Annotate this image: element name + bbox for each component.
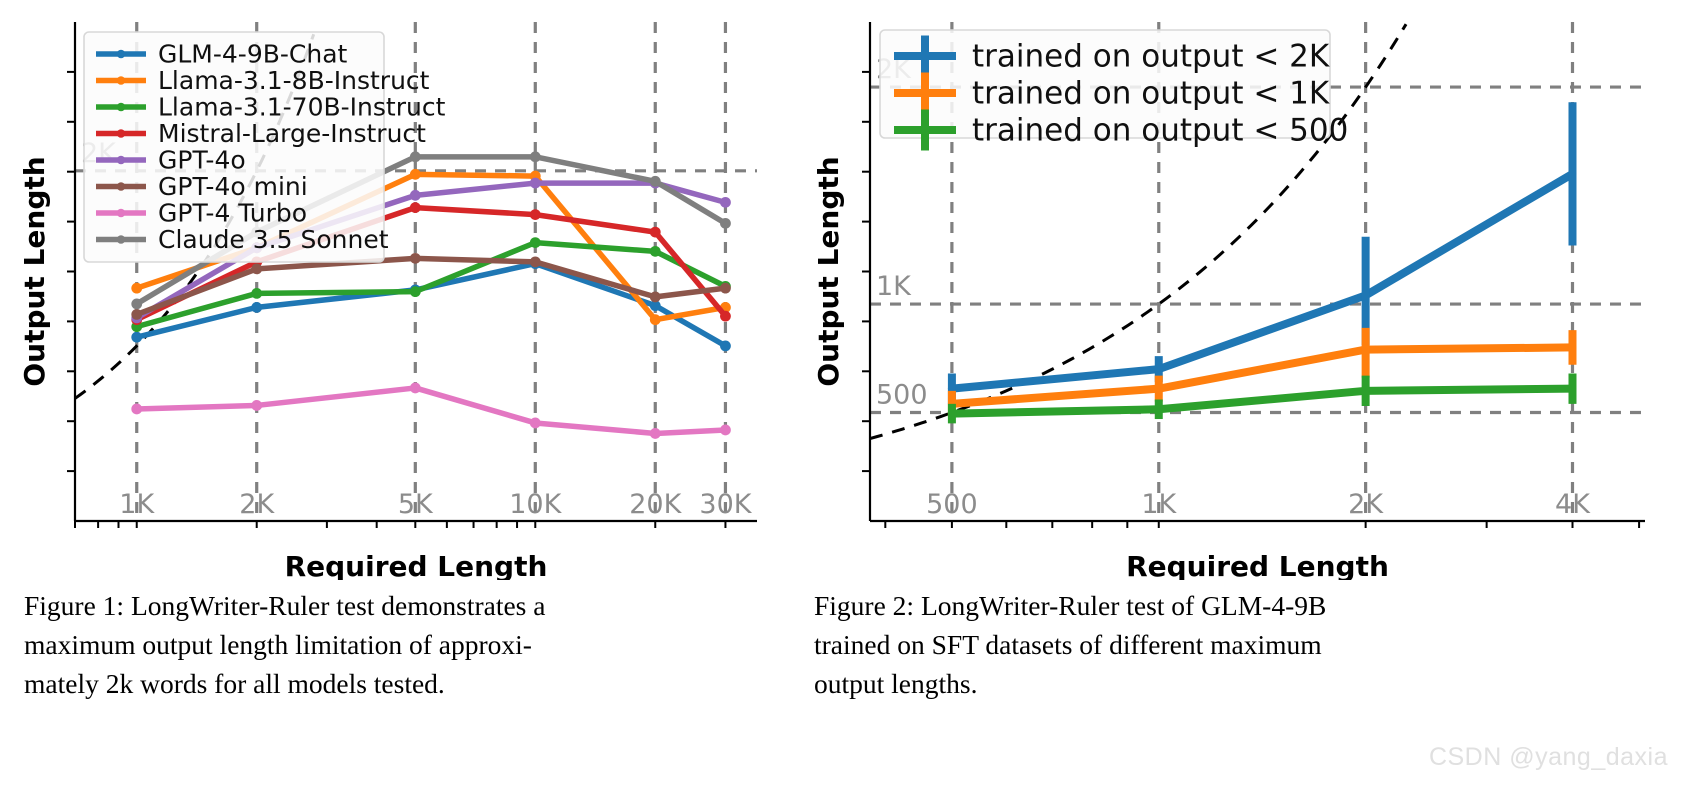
caption-line: Figure 2: LongWriter-Ruler test of GLM-4… bbox=[814, 590, 1327, 621]
data-point-6-3 bbox=[529, 417, 541, 429]
data-point-6-5 bbox=[720, 424, 731, 436]
data-point-6-1 bbox=[251, 400, 263, 411]
x-tick-label: 2K bbox=[1348, 489, 1384, 520]
legend-marker-2 bbox=[116, 102, 126, 112]
y-axis-title: Output Length bbox=[18, 156, 51, 386]
data-point-4-2 bbox=[409, 189, 421, 201]
legend-label-5: GPT-4o mini bbox=[158, 172, 308, 201]
chart-2-plot: 5001K2K4K5001K2KRequired LengthOutput Le… bbox=[800, 0, 1684, 580]
legend-marker-4 bbox=[116, 155, 126, 165]
data-point-5-1 bbox=[251, 263, 263, 275]
series-line-0 bbox=[947, 169, 1577, 393]
data-point-4-5 bbox=[720, 196, 731, 208]
legend-marker-3 bbox=[116, 129, 126, 138]
data-point-2-4 bbox=[649, 245, 661, 257]
legend-label-4: GPT-4o bbox=[158, 146, 246, 175]
data-point-5-3 bbox=[529, 256, 541, 268]
legend-label-1: trained on output < 1K bbox=[972, 76, 1330, 112]
figure-page: 1K 2K 5K 10K 20K 30K 2K Required Length Output L… bbox=[0, 0, 1684, 786]
data-point-1-0 bbox=[131, 282, 143, 294]
data-point-3-2 bbox=[409, 202, 421, 213]
chart-1-plot: 1K2K5K10K20K30K2KRequired LengthOutput L… bbox=[0, 0, 800, 580]
data-point-3-3 bbox=[529, 209, 541, 220]
series-line-1 bbox=[947, 343, 1577, 408]
data-point-5-0 bbox=[131, 308, 143, 320]
caption-line: maximum output length limitation of appr… bbox=[24, 629, 532, 661]
legend-marker-5 bbox=[116, 182, 126, 191]
legend-label-0: GLM-4-9B-Chat bbox=[158, 40, 348, 69]
data-point-7-0 bbox=[131, 298, 143, 310]
data-point-7-4 bbox=[649, 175, 661, 187]
legend-label-0: trained on output < 2K bbox=[972, 39, 1330, 75]
caption-line: output lengths. bbox=[814, 668, 978, 700]
data-point-4-3 bbox=[529, 177, 541, 189]
legend-marker-6 bbox=[116, 208, 126, 218]
data-point-6-0 bbox=[131, 403, 143, 415]
series-line-2 bbox=[947, 384, 1577, 418]
legend-label-3: Mistral-Large-Instruct bbox=[158, 119, 426, 148]
data-point-0-0 bbox=[131, 331, 143, 343]
data-point-2-1 bbox=[251, 287, 263, 299]
series-line-6 bbox=[133, 385, 729, 437]
x-tick-label: 30K bbox=[699, 489, 752, 520]
legend-label-2: trained on output < 500 bbox=[972, 113, 1348, 149]
data-point-2-2 bbox=[409, 286, 421, 298]
figure-1-caption: Figure 1: LongWriter-Ruler test demonstr… bbox=[24, 586, 778, 703]
data-point-3-4 bbox=[649, 226, 661, 238]
legend-label-7: Claude 3.5 Sonnet bbox=[158, 225, 389, 254]
data-point-5-4 bbox=[649, 291, 661, 303]
x-tick-label: 20K bbox=[629, 489, 682, 520]
x-axis-title: Required Length bbox=[285, 550, 548, 580]
data-point-1-2 bbox=[409, 168, 421, 180]
data-point-6-4 bbox=[649, 428, 661, 439]
x-tick-label: 10K bbox=[509, 489, 562, 520]
caption-line: Figure 1: LongWriter-Ruler test demonstr… bbox=[24, 590, 546, 621]
csdn-watermark: CSDN @yang_daxia bbox=[1428, 743, 1668, 771]
legend-label-6: GPT-4 Turbo bbox=[158, 199, 307, 228]
data-point-5-2 bbox=[409, 252, 421, 264]
y-tick-label: 1K bbox=[876, 271, 912, 302]
data-point-5-5 bbox=[720, 282, 731, 294]
data-point-7-3 bbox=[529, 151, 541, 163]
x-tick-label: 1K bbox=[1141, 489, 1177, 520]
legend-marker-7 bbox=[116, 235, 126, 244]
chart-2-svg: 5001K2K4K5001K2KRequired LengthOutput Le… bbox=[812, 22, 1645, 580]
data-point-0-5 bbox=[720, 340, 731, 352]
data-point-1-4 bbox=[649, 314, 661, 326]
x-tick-label: 2K bbox=[239, 489, 275, 520]
y-tick-label: 500 bbox=[876, 380, 928, 411]
figure-2-caption: Figure 2: LongWriter-Ruler test of GLM-4… bbox=[814, 586, 1654, 703]
legend-marker-0 bbox=[116, 49, 126, 59]
y-axis-title: Output Length bbox=[812, 156, 845, 386]
data-point-0-1 bbox=[251, 301, 263, 313]
figure-2-column: 5001K2K4K5001K2KRequired LengthOutput Le… bbox=[800, 0, 1684, 703]
legend-marker-1 bbox=[116, 76, 126, 85]
x-tick-label: 5K bbox=[398, 489, 434, 520]
data-point-6-2 bbox=[409, 382, 421, 394]
x-tick-label: 500 bbox=[926, 489, 978, 520]
chart-1-svg: 1K2K5K10K20K30K2KRequired LengthOutput L… bbox=[18, 22, 757, 580]
caption-line: trained on SFT datasets of different max… bbox=[814, 629, 1322, 661]
data-point-2-3 bbox=[529, 237, 541, 249]
legend-label-1: Llama-3.1-8B-Instruct bbox=[158, 66, 430, 95]
x-tick-label: 1K bbox=[119, 489, 155, 520]
caption-line: mately 2k words for all models tested. bbox=[24, 668, 445, 700]
data-point-7-5 bbox=[720, 217, 731, 229]
legend-label-2: Llama-3.1-70B-Instruct bbox=[158, 93, 446, 122]
data-point-7-2 bbox=[409, 151, 421, 163]
data-point-3-5 bbox=[720, 310, 731, 322]
figure-1-column: 1K2K5K10K20K30K2KRequired LengthOutput L… bbox=[0, 0, 800, 703]
x-tick-label: 4K bbox=[1555, 489, 1591, 520]
x-axis-title: Required Length bbox=[1126, 550, 1389, 580]
figure-row: 1K 2K 5K 10K 20K 30K 2K Required Length Output L… bbox=[0, 0, 1684, 703]
